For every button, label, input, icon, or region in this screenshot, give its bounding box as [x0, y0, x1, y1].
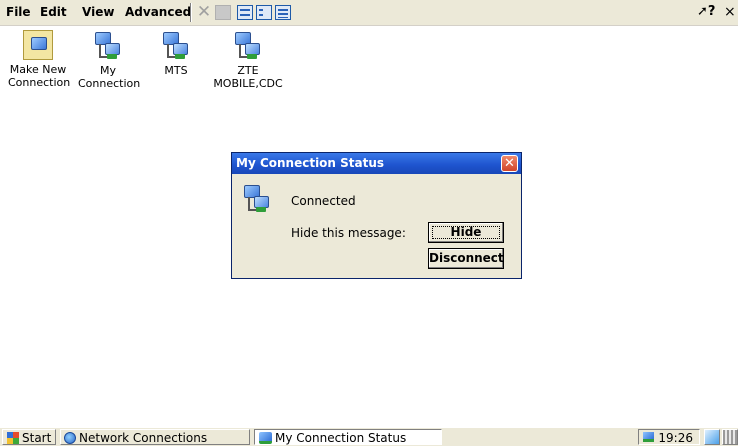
close-button[interactable]: ×	[724, 4, 736, 20]
icon-label-line1: Make New	[9, 63, 67, 76]
menu-view[interactable]: View	[82, 5, 114, 19]
hide-button[interactable]: Hide	[428, 222, 504, 243]
menu-advanced[interactable]: Advanced	[125, 5, 191, 19]
large-icons-view-icon[interactable]	[237, 5, 253, 20]
icon-label-line1: My	[99, 64, 116, 77]
details-view-icon[interactable]	[275, 5, 291, 20]
focus-rect	[432, 226, 500, 239]
input-panel-keyboard-icon[interactable]	[722, 429, 738, 445]
zte-connection-item[interactable]: ZTE MOBILE,CDC	[210, 30, 286, 90]
new-connection-icon	[23, 30, 53, 60]
network-connection-icon	[259, 432, 272, 444]
taskbar-my-connection-status[interactable]: My Connection Status	[254, 429, 442, 445]
windows-flag-icon	[7, 432, 19, 444]
taskbar-network-connections[interactable]: Network Connections	[60, 429, 250, 445]
menu-edit[interactable]: Edit	[40, 5, 67, 19]
help-button[interactable]: ➚?	[697, 4, 715, 19]
tray-network-icon[interactable]	[643, 432, 654, 442]
hide-message-label: Hide this message:	[291, 226, 406, 240]
menu-bar: File Edit View Advanced ✕ ➚? ×	[0, 0, 738, 26]
dialog-close-button[interactable]: ✕	[501, 155, 518, 172]
dialog-title[interactable]: My Connection Status	[232, 153, 521, 174]
start-button[interactable]: Start	[2, 429, 56, 445]
icon-label-line1: ZTE	[237, 64, 259, 77]
network-globe-icon	[64, 432, 76, 444]
menu-file[interactable]: File	[6, 5, 31, 19]
connection-status-dialog: My Connection Status ✕ Connected Hide th…	[231, 152, 522, 279]
help-cursor-icon: ➚	[697, 4, 708, 19]
disconnect-button[interactable]: Disconnect	[428, 248, 504, 269]
network-connection-icon	[242, 183, 272, 215]
icon-label-line2: Connection	[78, 77, 141, 90]
my-connection-item[interactable]: My Connection	[78, 30, 141, 90]
network-connection-icon	[93, 30, 123, 62]
system-tray: 19:26	[638, 429, 700, 445]
show-desktop-icon[interactable]	[704, 429, 720, 445]
taskbar: Start Network Connections My Connection …	[0, 427, 738, 446]
make-new-connection-item[interactable]: Make New Connection	[8, 30, 71, 89]
clock[interactable]: 19:26	[658, 431, 693, 445]
icon-label-line1: MTS	[164, 64, 188, 77]
delete-icon[interactable]: ✕	[196, 4, 212, 21]
mts-connection-item[interactable]: MTS	[151, 30, 201, 77]
network-connection-icon	[233, 30, 263, 62]
small-icons-view-icon[interactable]	[256, 5, 272, 20]
icon-label-line2: MOBILE,CDC	[213, 77, 283, 90]
properties-icon[interactable]	[215, 5, 231, 20]
network-connection-icon	[161, 30, 191, 62]
connection-status-text: Connected	[291, 194, 356, 208]
icon-label-line2: Connection	[8, 76, 71, 89]
toolbar-separator	[190, 3, 192, 22]
